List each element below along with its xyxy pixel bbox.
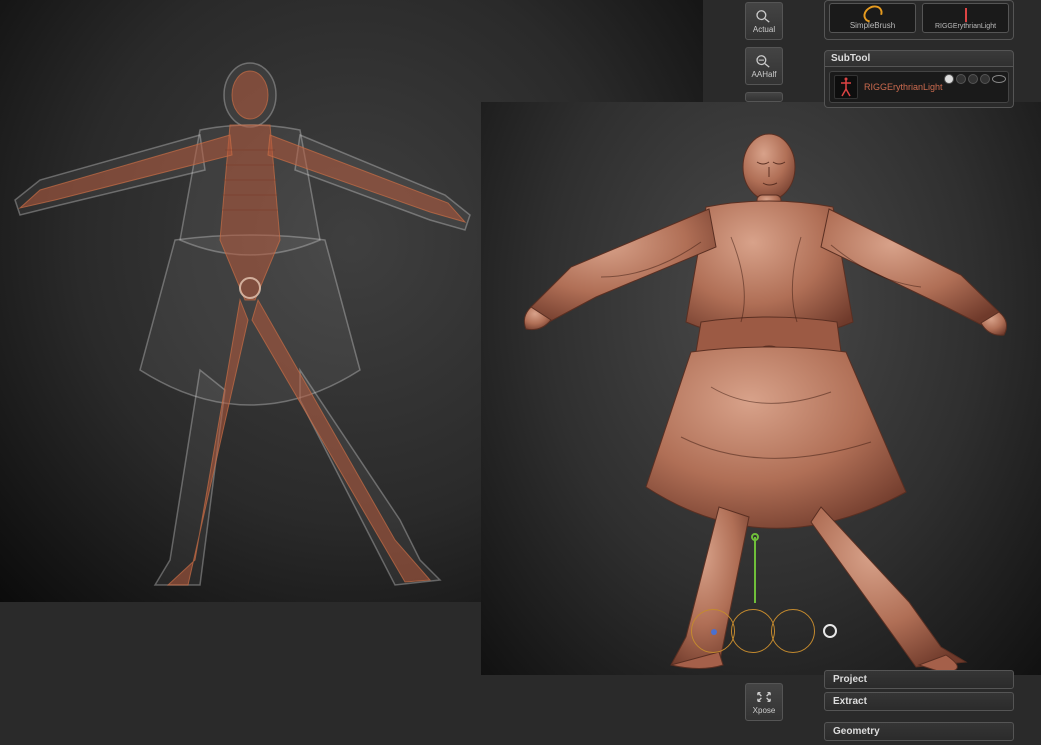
magnifier-icon xyxy=(755,9,773,23)
brush-rigg-label: RIGGErythrianLight xyxy=(935,23,996,30)
subtool-item-label: RIGGErythrianLight xyxy=(864,82,943,92)
right-panel-lower: Project Extract Geometry xyxy=(824,670,1014,741)
right-panel: SimpleBrush RIGGErythrianLight SubTool R… xyxy=(824,0,1014,108)
subtool-dot-2[interactable] xyxy=(956,74,966,84)
extract-button[interactable]: Extract xyxy=(824,692,1014,711)
xpose-button[interactable]: Xpose xyxy=(745,683,783,721)
eye-icon[interactable] xyxy=(992,75,1006,83)
gizmo-ring-z[interactable] xyxy=(771,609,815,653)
actual-size-label: Actual xyxy=(753,25,775,34)
subtool-item[interactable]: RIGGErythrianLight xyxy=(829,71,1009,103)
gizmo-ring-free[interactable] xyxy=(823,624,837,638)
side-button-3[interactable] xyxy=(745,92,783,102)
gizmo-ring-y[interactable] xyxy=(731,609,775,653)
side-icon-column: Actual AAHalf xyxy=(745,2,783,102)
side-icon-lower: Xpose xyxy=(745,683,783,721)
expand-icon xyxy=(755,690,773,704)
xpose-label: Xpose xyxy=(753,706,776,715)
subtool-vis-icons xyxy=(944,74,1006,84)
character-clay xyxy=(501,107,1021,675)
brush-simple-button[interactable]: SimpleBrush xyxy=(829,3,916,33)
subtool-body: RIGGErythrianLight xyxy=(824,67,1014,108)
subtool-header[interactable]: SubTool xyxy=(824,50,1014,67)
magnifier-half-icon xyxy=(755,54,773,68)
stickfigure-icon xyxy=(965,8,967,22)
geometry-header[interactable]: Geometry xyxy=(824,722,1014,741)
subtool-dot-1[interactable] xyxy=(944,74,954,84)
aahalf-label: AAHalf xyxy=(752,70,777,79)
subtool-dot-3[interactable] xyxy=(968,74,978,84)
brush-rigg-button[interactable]: RIGGErythrianLight xyxy=(922,3,1009,33)
viewport-right[interactable] xyxy=(481,102,1041,675)
project-button[interactable]: Project xyxy=(824,670,1014,689)
aahalf-button[interactable]: AAHalf xyxy=(745,47,783,85)
brush-row: SimpleBrush RIGGErythrianLight xyxy=(824,0,1014,40)
gizmo-axis-icon xyxy=(754,537,756,603)
subtool-thumbnail xyxy=(834,75,858,99)
gizmo-rings[interactable] xyxy=(691,609,837,653)
actual-size-button[interactable]: Actual xyxy=(745,2,783,40)
gizmo-ring-x[interactable] xyxy=(691,609,735,653)
character-ghost xyxy=(0,40,480,600)
stickfigure-icon xyxy=(839,77,853,97)
subtool-dot-4[interactable] xyxy=(980,74,990,84)
